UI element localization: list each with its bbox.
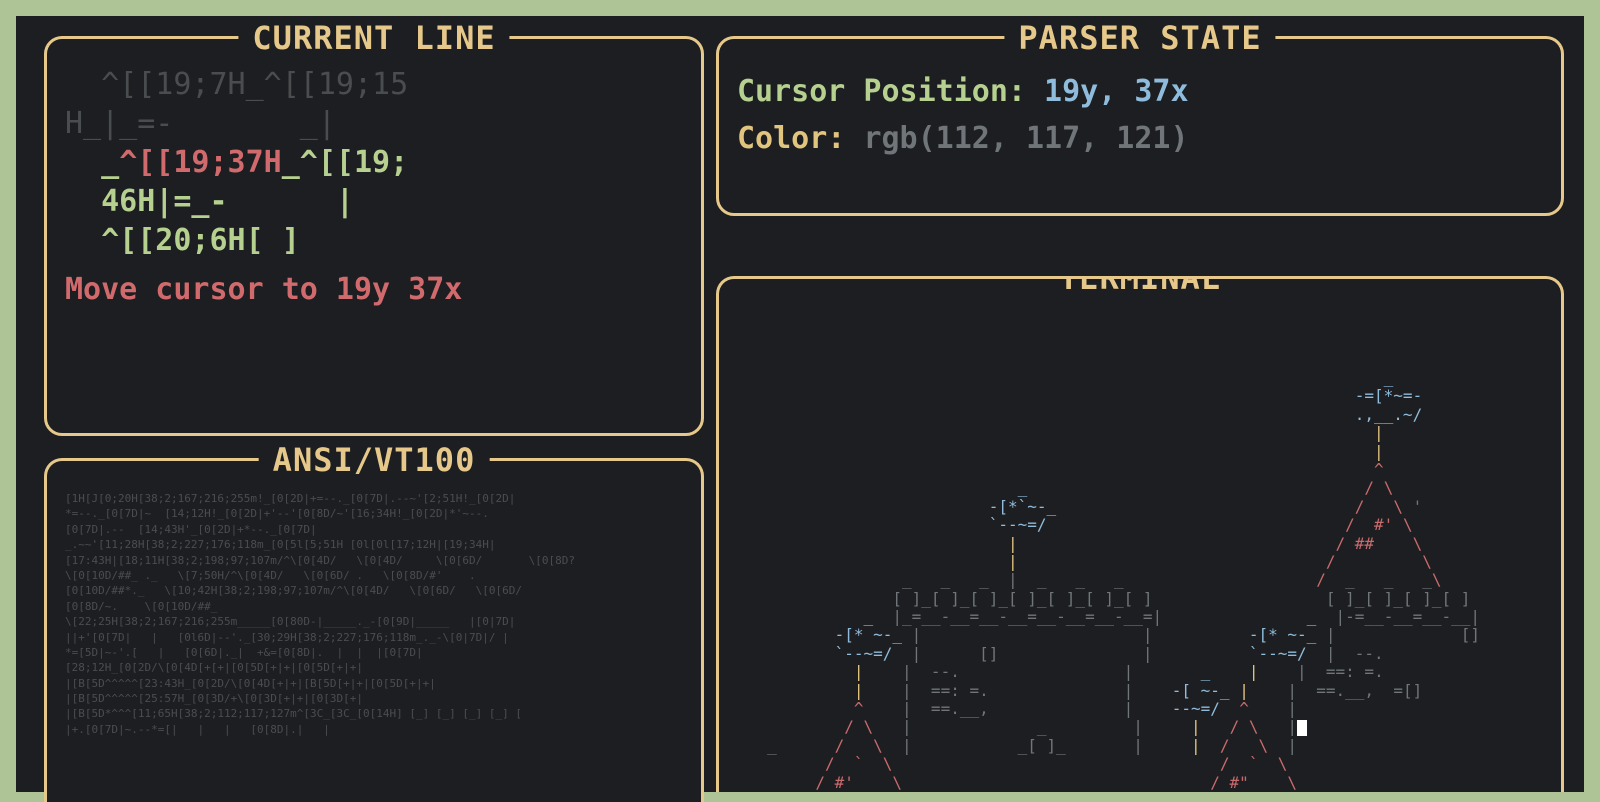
- color-label: Color:: [737, 121, 845, 156]
- ansi-dump: [1H[J[0;20H[38;2;167;216;255m!_[0[2D|+=-…: [65, 491, 683, 737]
- parser-cursor-line: Cursor Position: 19y, 37x: [737, 69, 1543, 116]
- cl-post3: ^[[20;6H[ ]: [65, 223, 390, 258]
- current-line-title: CURRENT LINE: [238, 19, 509, 57]
- cl-escape: ^[[19;37H: [119, 145, 282, 180]
- terminal-panel: TERMINAL _ -=[*~=-: [716, 276, 1564, 792]
- current-line-message: Move cursor to 19y 37x: [65, 272, 683, 307]
- cl-post2: 46H|=_- |: [65, 184, 390, 219]
- terminal-title: TERMINAL: [1045, 276, 1235, 297]
- parser-state-panel: PARSER STATE Cursor Position: 19y, 37x C…: [716, 36, 1564, 216]
- terminal-cursor: [1297, 720, 1307, 736]
- cl-pre: _: [65, 145, 119, 180]
- current-line-code: ^[[19;7H_^[[19;15 H_|_=- _| _^[[19;37H_^…: [65, 65, 683, 260]
- cursor-label: Cursor Position:: [737, 74, 1026, 109]
- cursor-value: 19y, 37x: [1044, 74, 1189, 109]
- ansi-panel: ANSI/VT100 [1H[J[0;20H[38;2;167;216;255m…: [44, 458, 704, 802]
- parser-state-title: PARSER STATE: [1004, 19, 1275, 57]
- cl-post1: _^[[19;: [282, 145, 408, 180]
- cl-faded-1: ^[[19;7H_^[[19;15: [65, 67, 408, 102]
- cl-faded-2: H_|_=- _|: [65, 106, 336, 141]
- terminal-output: _ -=[*~=- .,__.~/: [719, 369, 1561, 792]
- parser-color-line: Color: rgb(112, 117, 121): [737, 116, 1543, 163]
- current-line-panel: CURRENT LINE ^[[19;7H_^[[19;15 H_|_=- _|…: [44, 36, 704, 436]
- ansi-title: ANSI/VT100: [259, 441, 490, 479]
- color-value: rgb(112, 117, 121): [863, 121, 1188, 156]
